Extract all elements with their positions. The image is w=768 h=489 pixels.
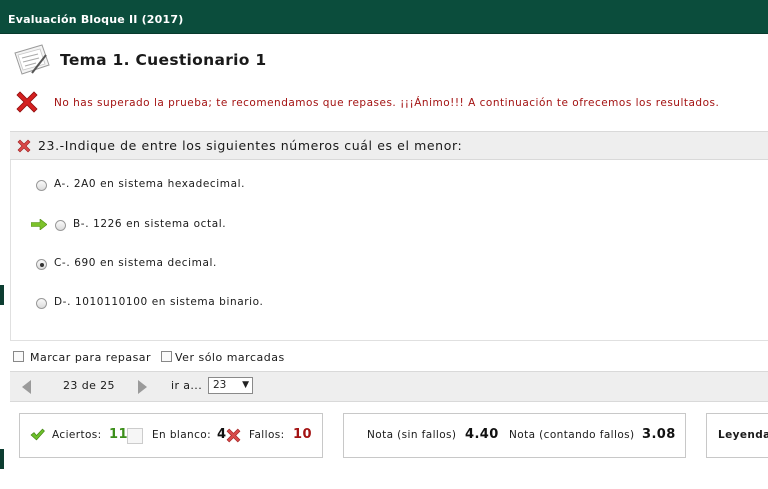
- background-edge: [0, 449, 4, 469]
- grade-penalty-value: 3.08: [642, 427, 676, 442]
- window-titlebar: Evaluación Bloque II (2017): [0, 0, 768, 34]
- show-marked-label[interactable]: Ver sólo marcadas: [175, 351, 285, 364]
- goto-select[interactable]: 23 ▼: [208, 377, 253, 394]
- correct-label: Aciertos:: [52, 429, 102, 441]
- correct-value: 11: [109, 427, 128, 442]
- mark-for-review-label[interactable]: Marcar para repasar: [30, 351, 151, 364]
- option-d-label: D-. 1010110100 en sistema binario.: [54, 296, 264, 308]
- show-marked-checkbox[interactable]: [161, 351, 172, 362]
- check-icon: [30, 428, 45, 441]
- option-b-radio[interactable]: [55, 220, 66, 231]
- question-navigation: 23 de 25 ir a... 23 ▼: [10, 371, 768, 402]
- quiz-title: Tema 1. Cuestionario 1: [60, 51, 267, 69]
- option-c-label: C-. 690 en sistema decimal.: [54, 257, 217, 269]
- mark-for-review-checkbox[interactable]: [13, 351, 24, 362]
- legend-label[interactable]: Leyenda: [718, 429, 768, 441]
- option-d[interactable]: D-. 1010110100 en sistema binario.: [11, 296, 751, 312]
- option-a-radio[interactable]: [36, 180, 47, 191]
- quiz-sheet-icon: [14, 44, 50, 75]
- goto-label: ir a...: [171, 379, 203, 392]
- blank-icon: [127, 428, 143, 444]
- question-header: 23.-Indique de entre los siguientes núme…: [10, 131, 768, 160]
- result-message: No has superado la prueba; te recomendam…: [54, 97, 720, 109]
- correct-answer-arrow-icon: [31, 219, 47, 230]
- option-a-label: A-. 2A0 en sistema hexadecimal.: [54, 178, 246, 190]
- blank-label: En blanco:: [152, 429, 212, 441]
- window-title: Evaluación Bloque II (2017): [8, 13, 184, 26]
- wrong-label: Fallos:: [249, 429, 285, 441]
- prev-arrow-icon[interactable]: [22, 380, 31, 394]
- option-a[interactable]: A-. 2A0 en sistema hexadecimal.: [11, 178, 751, 194]
- option-b-label: B-. 1226 en sistema octal.: [73, 218, 227, 230]
- wrong-value: 10: [293, 427, 312, 442]
- chevron-down-icon: ▼: [242, 380, 249, 390]
- option-d-radio[interactable]: [36, 298, 47, 309]
- grade-no-penalty-value: 4.40: [465, 427, 499, 442]
- question-text: 23.-Indique de entre los siguientes núme…: [38, 138, 463, 153]
- wrong-answer-icon: [17, 139, 31, 153]
- answer-options: A-. 2A0 en sistema hexadecimal. B-. 1226…: [10, 160, 768, 341]
- goto-select-value: 23: [213, 379, 227, 391]
- cross-icon: [226, 428, 241, 443]
- option-c[interactable]: C-. 690 en sistema decimal.: [11, 257, 751, 273]
- page-indicator: 23 de 25: [63, 379, 115, 392]
- fail-x-icon: [16, 91, 38, 113]
- background-edge: [0, 285, 4, 305]
- grade-no-penalty-label: Nota (sin fallos): [367, 429, 457, 441]
- grade-penalty-label: Nota (contando fallos): [509, 429, 635, 441]
- next-arrow-icon[interactable]: [138, 380, 147, 394]
- option-b[interactable]: B-. 1226 en sistema octal.: [11, 218, 751, 234]
- option-c-radio[interactable]: [36, 259, 47, 270]
